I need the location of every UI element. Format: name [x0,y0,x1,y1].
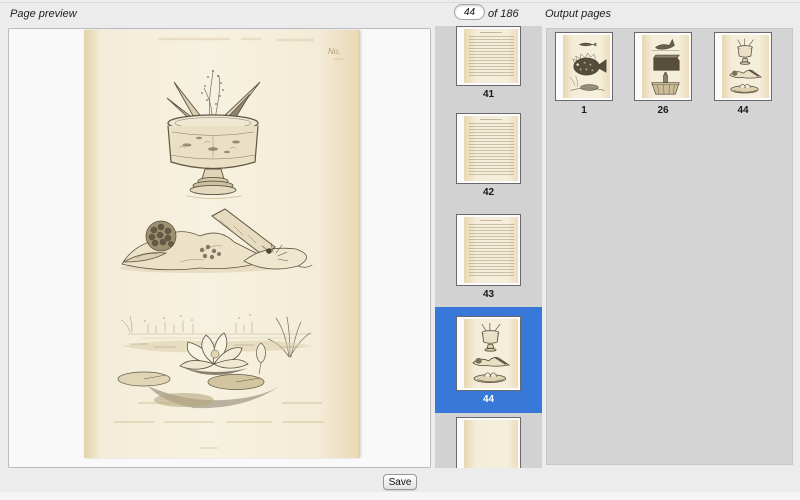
thumbnail-item-page-43[interactable]: 43 [435,214,542,301]
duck-crate-basket-thumbnail [642,35,689,98]
output-page-number: 26 [634,105,692,116]
output-item-page-1[interactable]: 1 [555,32,613,116]
faint-title-marks [158,39,314,40]
vase-lily-plate-thumbnail [722,35,769,98]
output-page-image [714,32,772,101]
window-top-divider [0,2,800,3]
thumbnail-page-image [456,417,521,468]
output-page-image [634,32,692,101]
thumbnail-page-image [456,214,521,286]
thumbnail-item-page-42[interactable]: 42 [435,113,542,199]
output-pages-panel: 1 [546,28,793,465]
output-page-number: 1 [555,105,613,116]
vase-engraving [167,70,260,199]
page-total-label: of 186 [488,8,519,20]
output-item-page-44[interactable]: 44 [714,32,772,116]
thumbnail-column[interactable]: 41 42 43 [435,26,542,468]
fish-plate-thumbnail [563,35,610,98]
mini-plate-44-drawing [722,35,769,98]
illustrated-page-thumbnail [464,319,518,388]
still-life-engraving [120,209,312,273]
output-item-page-26[interactable]: 26 [634,32,692,116]
mini-fish-plate-drawing [563,35,610,98]
text-page-thumbnail [464,217,518,283]
mini-duck-plate-drawing [642,35,689,98]
thumbnail-page-image [456,316,521,391]
page-number-input[interactable] [454,4,485,20]
blank-page-thumbnail [464,420,518,468]
thumbnail-page-image [456,113,521,184]
thumbnail-item-page-41[interactable]: 41 [435,26,542,101]
thumbnail-page-number: 41 [435,89,542,101]
window-bottom-edge [0,492,800,500]
thumbnail-page-number: 42 [435,187,542,199]
save-button[interactable]: Save [383,474,417,490]
application-window: Page preview of 186 Output pages No. [0,0,800,500]
text-page-thumbnail [464,116,518,181]
thumbnail-page-image [456,26,521,86]
page-preview-label: Page preview [10,8,77,20]
thumbnail-page-number: 44 [435,394,542,406]
thumbnail-item-page-45-partial[interactable] [435,417,542,468]
page-engravings-drawing: No. [84,30,360,458]
thumbnail-item-page-44-selected[interactable]: 44 [435,307,542,413]
thumbnail-page-number: 43 [435,289,542,301]
output-page-image [555,32,613,101]
mini-plate-44-drawing [464,319,518,388]
water-lily-engraving [118,314,312,408]
text-page-thumbnail [464,29,518,83]
output-pages-label: Output pages [545,8,611,20]
pencil-page-mark: No. [328,47,340,56]
preview-page-image: No. [84,30,360,458]
output-page-number: 44 [714,105,772,116]
page-preview-panel: No. [8,28,431,468]
